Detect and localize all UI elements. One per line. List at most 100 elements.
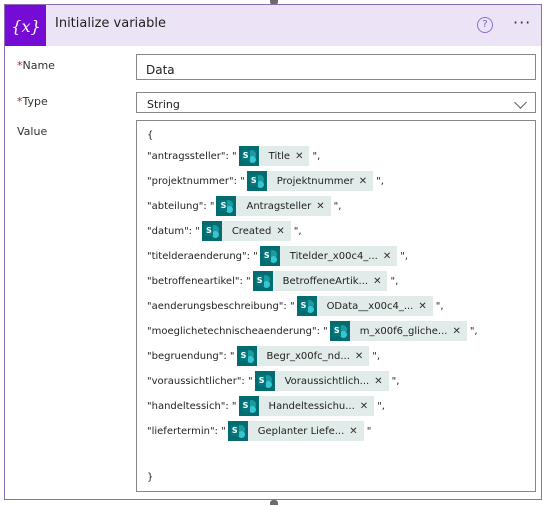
more-options-icon[interactable]: ··· [513,13,531,32]
close-icon[interactable]: ✕ [383,251,397,262]
name-value: Data [146,63,175,77]
token-label: Handeltessichu... [268,400,355,412]
type-select[interactable]: String [136,92,536,113]
close-icon[interactable]: ✕ [355,351,369,362]
json-suffix: ", [435,300,444,312]
card-title: Initialize variable [55,16,166,31]
json-key: "titelderaenderung": " [147,250,258,262]
token-label: Projektnummer [276,175,354,187]
json-suffix: ", [400,250,409,262]
dynamic-content-token[interactable]: S Created ✕ [201,221,291,241]
token-label: Begr_x00fc_nd... [266,350,350,362]
name-label-text: Name [22,59,55,72]
value-line: "handeltessich": " S Handeltessichu... ✕ ", [147,396,385,416]
open-brace: { [147,129,154,141]
close-icon[interactable]: ✕ [349,426,363,437]
json-suffix: ", [376,175,384,187]
close-brace: } [147,471,154,483]
sharepoint-icon: S [201,221,222,241]
value-line: "begruendung": " S Begr_x00fc_nd... ✕ ", [147,346,380,366]
dynamic-content-token[interactable]: S Antragsteller ✕ [216,196,331,216]
json-key: "projektnummer": " [147,175,245,187]
type-label: *Type [17,95,48,108]
type-label-text: Type [22,95,48,108]
dynamic-content-token[interactable]: S Title ✕ [238,146,310,166]
chevron-down-icon [514,96,527,109]
json-suffix: ", [293,225,302,237]
dynamic-content-token[interactable]: S Voraussichtlich... ✕ [254,371,389,391]
dynamic-content-token[interactable]: S Handeltessichu... ✕ [238,396,375,416]
token-label: m_x00f6_gliche... [359,325,448,337]
json-key: "abteilung": " [147,200,215,212]
dynamic-content-token[interactable]: S Projektnummer ✕ [246,171,374,191]
json-suffix: " [366,425,372,437]
sharepoint-icon: S [246,171,267,191]
close-icon[interactable]: ✕ [373,276,387,287]
variable-icon-text: {x} [11,17,40,36]
value-line: "antragssteller": " S Title ✕ ", [147,146,320,166]
json-suffix: ", [377,400,385,412]
value-line: "titelderaenderung": " S Titelder_x00c4_..… [147,246,408,266]
dynamic-content-token[interactable]: Sm_x00f6_gliche... ✕ [329,321,467,341]
json-key: "betroffeneartikel": " [147,275,251,287]
close-icon[interactable]: ✕ [295,151,309,162]
value-line: "betroffeneartikel": " S BetroffeneArtik..… [147,271,398,291]
type-value: String [147,98,180,111]
token-label: Antragsteller [246,200,312,212]
token-label: Created [231,225,272,237]
sharepoint-icon: S [252,271,273,291]
help-icon[interactable]: ? [477,17,493,33]
value-line: "voraussichtlicher": " S Voraussichtlich..… [147,371,399,391]
json-suffix: ", [469,325,478,337]
json-key: "antragssteller": " [147,150,237,162]
sharepoint-icon: S [254,371,275,391]
json-suffix: ", [390,275,399,287]
sharepoint-icon: S [236,346,257,366]
json-key: "begruendung": " [147,350,235,362]
token-label: BetroffeneArtik... [282,275,369,287]
json-suffix: ", [333,200,342,212]
close-icon[interactable]: ✕ [418,301,432,312]
sharepoint-icon: S [216,196,237,216]
name-field[interactable]: Data [136,54,536,80]
action-card: {x} Initialize variable ? ··· *Name Data… [4,4,542,500]
sharepoint-icon: S [238,396,259,416]
json-key: "voraussichtlicher": " [147,375,253,387]
token-label: OData__x00c4_... [326,300,414,312]
json-suffix: ", [372,350,381,362]
value-line: "aenderungsbeschreibung": " S OData__x00c4… [147,296,444,316]
dynamic-content-token[interactable]: S BetroffeneArtik... ✕ [252,271,388,291]
json-key: "liefertermin": " [147,425,226,437]
value-line: "abteilung": " S Antragsteller ✕ ", [147,196,341,216]
close-icon[interactable]: ✕ [276,226,290,237]
sharepoint-icon: S [227,421,248,441]
close-icon[interactable]: ✕ [452,326,466,337]
dynamic-content-token[interactable]: S OData__x00c4_... ✕ [296,296,433,316]
json-suffix: ", [312,150,321,162]
json-key: "aenderungsbeschreibung": " [147,300,295,312]
value-label: Value [17,125,48,138]
close-icon[interactable]: ✕ [316,201,330,212]
close-icon[interactable]: ✕ [359,176,373,187]
dynamic-content-token[interactable]: S Titelder_x00c4_... ✕ [259,246,398,266]
value-line: "liefertermin": " S Geplanter Liefe... ✕ " [147,421,371,441]
value-line: "datum": " S Created ✕ ", [147,221,302,241]
sharepoint-icon: S [238,146,259,166]
token-label: Geplanter Liefe... [257,425,345,437]
token-label: Title [268,150,291,162]
json-key: "moeglichetechnischeaenderung": " [147,325,328,337]
bottom-connector [270,500,278,505]
sharepoint-icon: S [296,296,317,316]
close-icon[interactable]: ✕ [374,376,388,387]
close-icon[interactable]: ✕ [360,401,374,412]
value-editor[interactable]: { "antragssteller": " S Title ✕ ", "projektnu… [136,120,536,492]
dynamic-content-token[interactable]: S Begr_x00fc_nd... ✕ [236,346,370,366]
json-key: "datum": " [147,225,200,237]
dynamic-content-token[interactable]: S Geplanter Liefe... ✕ [227,421,364,441]
token-label: Titelder_x00c4_... [289,250,378,262]
sharepoint-icon: S [259,246,280,266]
card-header[interactable]: {x} Initialize variable ? ··· [5,5,541,46]
value-line: "projektnummer": " S Projektnummer ✕ ", [147,171,384,191]
sharepoint-icon: S [329,321,350,341]
token-label: Voraussichtlich... [284,375,370,387]
